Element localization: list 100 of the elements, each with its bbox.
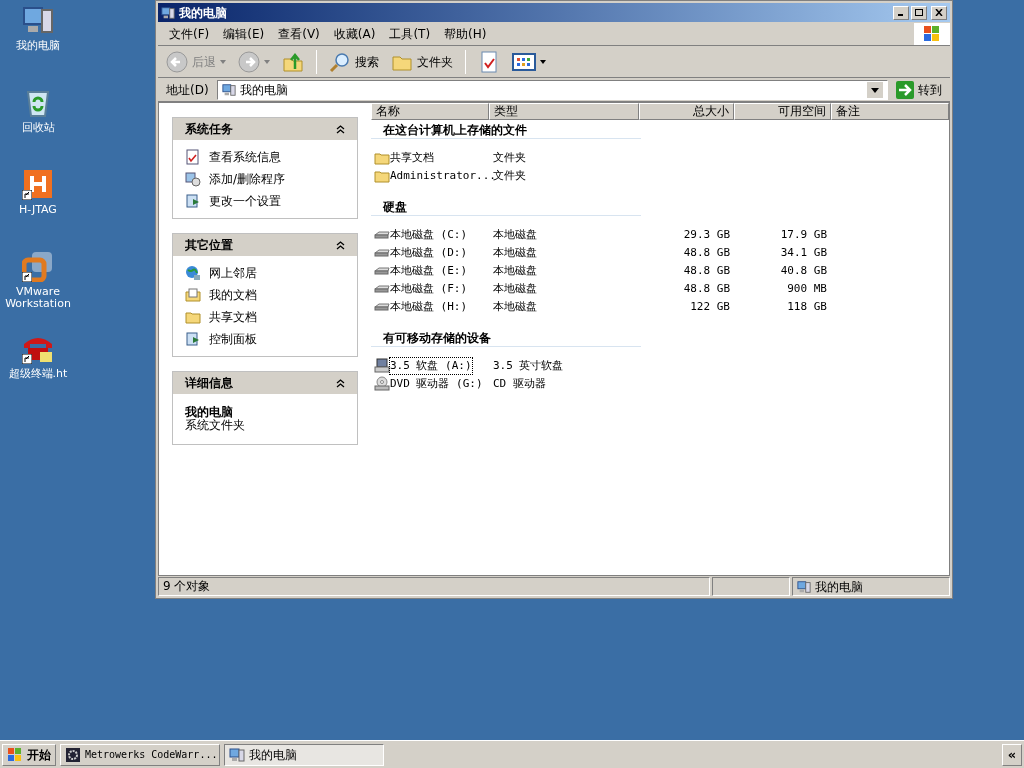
item-name[interactable]: 本地磁盘 (D:) [390, 244, 468, 262]
maximize-button[interactable] [911, 5, 927, 20]
desktop-icon-image[interactable] [22, 4, 54, 36]
desktop-icon-label[interactable]: 我的电脑 [0, 40, 76, 52]
taskbar-button[interactable]: 我的电脑 [224, 743, 384, 766]
group-heading: 有可移动存储的设备 [371, 328, 641, 347]
floppy-drive-icon [374, 358, 390, 374]
column-header[interactable]: 可用空间 [734, 103, 831, 120]
free-space: 118 GB [787, 299, 827, 313]
column-header[interactable]: 类型 [489, 103, 639, 120]
column-header[interactable]: 备注 [831, 103, 949, 120]
collapse-chevron-icon[interactable] [336, 378, 345, 388]
folder-icon [374, 168, 390, 184]
column-header[interactable]: 总大小 [639, 103, 734, 120]
item-name[interactable]: 本地磁盘 (E:) [390, 262, 468, 280]
desktop-icon-image[interactable] [22, 168, 54, 200]
shortcut-arrow-icon [22, 272, 32, 282]
group-heading: 在这台计算机上存储的文件 [371, 120, 641, 139]
menu-item[interactable]: 查看(V) [271, 24, 327, 43]
maximize-icon [915, 9, 923, 16]
taskbar-button[interactable]: Metrowerks CodeWarr... [60, 743, 220, 766]
detail-description: 系统文件夹 [185, 419, 246, 432]
item-type: CD 驱动器 [493, 376, 546, 390]
minimize-button[interactable] [893, 5, 909, 20]
right-arrow-icon [896, 80, 914, 99]
folders-button[interactable]: 文件夹 [387, 50, 457, 73]
search-button[interactable]: 搜索 [325, 50, 383, 73]
task-link[interactable]: 网上邻居 [209, 264, 257, 282]
item-name[interactable]: 共享文档 [390, 149, 434, 167]
column-header[interactable]: 名称 [371, 103, 489, 120]
go-button[interactable]: 转到 [892, 80, 946, 99]
control-panel-icon [185, 331, 201, 347]
grid-view-icon [512, 51, 536, 72]
document-check-icon [478, 50, 500, 73]
task-link[interactable]: 查看系统信息 [209, 148, 281, 166]
menu-item[interactable]: 工具(T) [382, 24, 438, 43]
computer-icon [229, 746, 245, 763]
computer-icon [797, 579, 811, 594]
item-type: 3.5 英寸软盘 [493, 358, 564, 372]
close-button[interactable] [931, 5, 947, 20]
disc-drive-icon [374, 376, 390, 392]
tray-toggle-button[interactable]: « [1002, 743, 1022, 766]
detail-name: 我的电脑 [185, 406, 234, 419]
globe-icon [185, 265, 201, 281]
address-field[interactable]: 我的电脑 [216, 79, 888, 100]
desktop-icon-label[interactable]: 回收站 [0, 122, 76, 134]
address-label: 地址(D) [165, 81, 210, 99]
caret-icon [220, 59, 226, 64]
panel-title: 其它位置 [185, 237, 233, 254]
item-type: 本地磁盘 [493, 299, 537, 313]
menu-item[interactable]: 文件(F) [162, 24, 217, 43]
windows-logo-icon [914, 22, 950, 45]
control-panel-icon [185, 193, 201, 209]
total-size: 48.8 GB [683, 263, 730, 277]
item-name[interactable]: 本地磁盘 (F:) [390, 280, 468, 298]
computer-icon [221, 82, 236, 97]
square-icon [22, 168, 54, 200]
total-size: 29.3 GB [683, 227, 730, 241]
item-name[interactable]: 本地磁盘 (C:) [390, 226, 468, 244]
item-name[interactable]: 本地磁盘 (H:) [390, 298, 468, 316]
menu-item[interactable]: 帮助(H) [437, 24, 494, 43]
free-space: 34.1 GB [780, 245, 827, 259]
folder-icon [374, 150, 390, 166]
task-link[interactable]: 我的文档 [209, 286, 257, 304]
menu-item[interactable]: 收藏(A) [326, 24, 383, 43]
panel-title: 详细信息 [185, 375, 233, 392]
status-location: 我的电脑 [815, 578, 863, 596]
close-icon [935, 9, 943, 16]
panel-header[interactable]: 系统任务 [173, 118, 357, 140]
collapse-chevron-icon[interactable] [336, 124, 345, 134]
task-link[interactable]: 控制面板 [209, 330, 257, 348]
panel-title: 系统任务 [185, 121, 233, 138]
free-space: 40.8 GB [780, 263, 827, 277]
desktop-icon-label[interactable]: VMware Workstation [0, 286, 76, 310]
desktop-icon-label[interactable]: 超级终端.ht [0, 368, 76, 380]
start-button[interactable]: 开始 [2, 743, 56, 766]
task-link[interactable]: 添加/删除程序 [209, 170, 286, 188]
desktop-icon-image[interactable] [22, 250, 54, 282]
desktop-icon-label[interactable]: H-JTAG [0, 204, 76, 216]
total-size: 122 GB [690, 299, 730, 313]
search-icon [329, 50, 351, 73]
item-name[interactable]: 3.5 软盘 (A:) [390, 357, 472, 375]
status-text: 9 个对象 [158, 577, 710, 596]
panel-header[interactable]: 详细信息 [173, 372, 357, 394]
free-space: 900 MB [787, 281, 827, 295]
task-link[interactable]: 共享文档 [209, 308, 257, 326]
computer-icon [161, 5, 175, 20]
total-size: 48.8 GB [683, 281, 730, 295]
shortcut-arrow-icon [22, 190, 32, 200]
caret-icon [264, 59, 270, 64]
panel-header[interactable]: 其它位置 [173, 234, 357, 256]
caret-icon [540, 59, 546, 64]
item-name[interactable]: DVD 驱动器 (G:) [390, 375, 483, 393]
total-size: 48.8 GB [683, 245, 730, 259]
menu-item[interactable]: 编辑(E) [216, 24, 272, 43]
document-check-icon [185, 149, 201, 165]
windows-logo-icon [7, 746, 23, 763]
address-value: 我的电脑 [239, 81, 289, 99]
collapse-chevron-icon[interactable] [336, 240, 345, 250]
task-link[interactable]: 更改一个设置 [209, 192, 281, 210]
